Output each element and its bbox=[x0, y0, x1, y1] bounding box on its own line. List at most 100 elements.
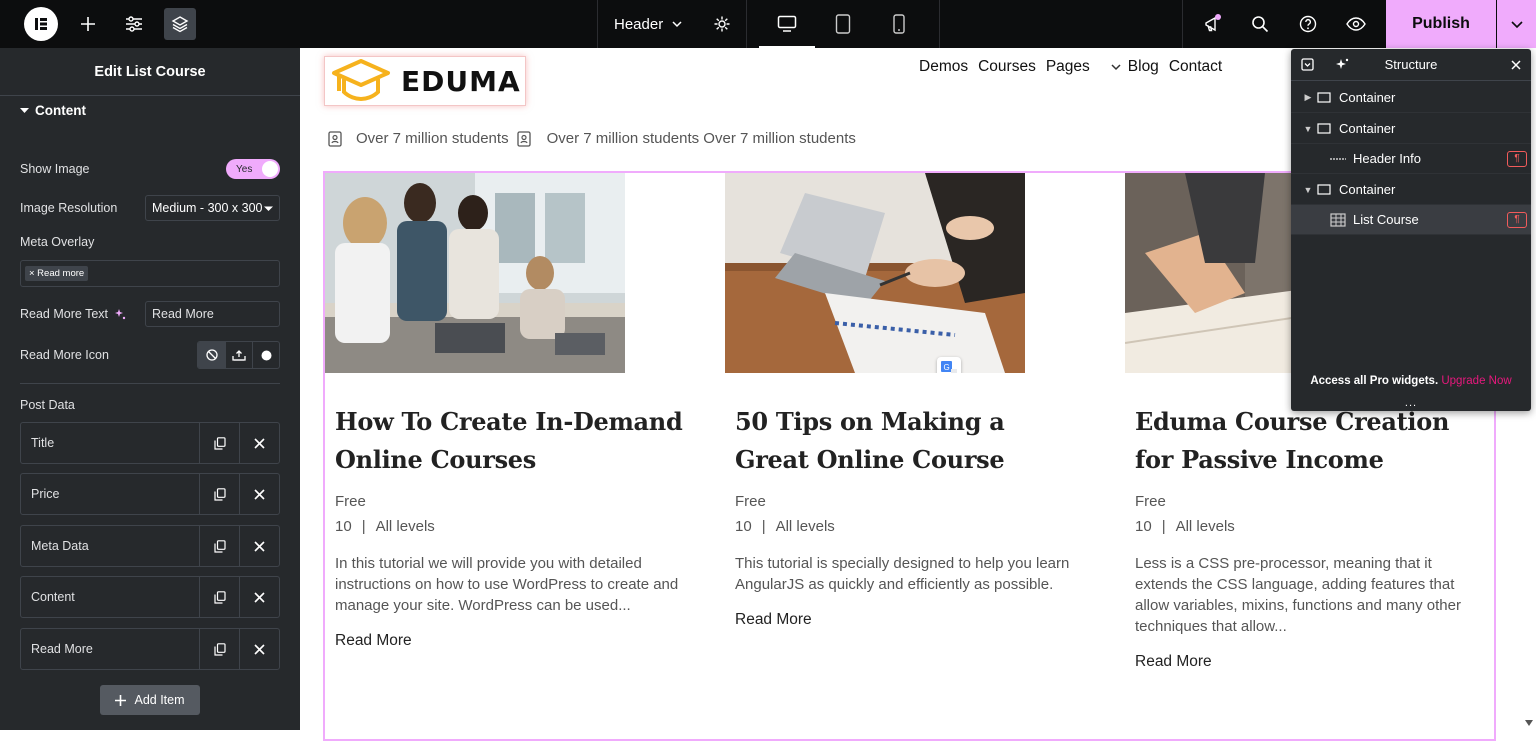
course-lessons: 10 bbox=[1135, 518, 1152, 535]
course-excerpt: This tutorial is specially designed to h… bbox=[735, 555, 1070, 593]
repeater-item[interactable]: Content bbox=[20, 576, 280, 618]
nav-item-contact[interactable]: Contact bbox=[1169, 58, 1222, 76]
course-image[interactable] bbox=[325, 173, 625, 373]
nav-item-pages[interactable]: Pages bbox=[1046, 58, 1090, 76]
meta-overlay-select[interactable]: × Read more bbox=[20, 260, 280, 287]
help-icon[interactable] bbox=[1292, 8, 1324, 40]
show-image-label: Show Image bbox=[20, 162, 90, 176]
repeater-item-label: Meta Data bbox=[31, 539, 89, 553]
resize-handle[interactable]: ... bbox=[1291, 397, 1531, 409]
duplicate-icon[interactable] bbox=[199, 474, 239, 514]
nav-item-blog[interactable]: Blog bbox=[1128, 58, 1159, 76]
show-image-switch[interactable]: Yes bbox=[226, 159, 280, 179]
close-icon[interactable] bbox=[1511, 59, 1521, 70]
structure-item-list-course[interactable]: List Course ¶ bbox=[1291, 205, 1531, 235]
read-more-text-input[interactable]: Read More bbox=[145, 301, 280, 327]
repeater-item-label: Content bbox=[31, 590, 75, 604]
remove-icon[interactable] bbox=[239, 526, 279, 566]
remove-icon[interactable] bbox=[239, 474, 279, 514]
nav-item-courses[interactable]: Courses bbox=[978, 58, 1036, 76]
tablet-icon[interactable] bbox=[815, 0, 871, 48]
none-icon[interactable] bbox=[198, 342, 225, 368]
publish-options-chevron-icon[interactable] bbox=[1497, 0, 1536, 48]
structure-item-header-info[interactable]: Header Info ¶ bbox=[1291, 144, 1531, 174]
image-resolution-select[interactable]: Medium - 300 x 300 bbox=[145, 195, 280, 221]
repeater-item[interactable]: Price bbox=[20, 473, 280, 515]
structure-item-container[interactable]: ▼ Container bbox=[1291, 114, 1531, 144]
preview-eye-icon[interactable] bbox=[1340, 8, 1372, 40]
add-element-icon[interactable] bbox=[72, 8, 104, 40]
remove-icon[interactable] bbox=[239, 423, 279, 463]
pro-upsell-text: Access all Pro widgets. bbox=[1310, 375, 1439, 387]
remove-icon[interactable] bbox=[239, 577, 279, 617]
main-nav: Demos Courses Pages Blog Contact bbox=[919, 58, 1222, 76]
remove-icon[interactable] bbox=[239, 629, 279, 669]
container-icon bbox=[1315, 184, 1333, 195]
duplicate-icon[interactable] bbox=[199, 526, 239, 566]
logo-text: EDUMA bbox=[401, 64, 521, 98]
ai-sparkle-icon[interactable] bbox=[114, 308, 126, 320]
nav-item-demos[interactable]: Demos bbox=[919, 58, 968, 76]
read-more-icon-label: Read More Icon bbox=[20, 348, 109, 362]
meta-overlay-tag[interactable]: × Read more bbox=[25, 266, 89, 281]
read-more-link[interactable]: Read More bbox=[735, 611, 1085, 629]
chevron-down-icon[interactable] bbox=[1110, 61, 1122, 73]
structure-item-label: Container bbox=[1339, 90, 1396, 105]
course-meta: 10 | All levels bbox=[735, 518, 835, 535]
upgrade-now-link[interactable]: Upgrade Now bbox=[1441, 375, 1511, 387]
structure-panel: Structure ▶ Container ▼ Container Header… bbox=[1291, 49, 1531, 411]
site-settings-icon[interactable] bbox=[118, 8, 150, 40]
read-more-link[interactable]: Read More bbox=[335, 632, 685, 650]
responsive-mode-switcher bbox=[747, 0, 940, 48]
mobile-icon[interactable] bbox=[871, 0, 927, 48]
repeater-item[interactable]: Meta Data bbox=[20, 525, 280, 567]
site-logo[interactable]: EDUMA bbox=[324, 56, 526, 106]
upload-svg-icon[interactable] bbox=[225, 342, 252, 368]
structure-item-container[interactable]: ▼ Container bbox=[1291, 175, 1531, 205]
caret-down-icon bbox=[20, 108, 29, 113]
course-price: Free bbox=[1135, 493, 1166, 510]
read-more-link[interactable]: Read More bbox=[1135, 653, 1485, 671]
course-title[interactable]: Eduma Course Creation for Passive Income bbox=[1135, 403, 1485, 479]
read-more-text-label: Read More Text bbox=[20, 307, 126, 321]
section-label: Content bbox=[35, 103, 86, 118]
show-image-control: Show Image Yes bbox=[20, 159, 280, 179]
duplicate-icon[interactable] bbox=[199, 423, 239, 463]
course-card: How To Create In-Demand Online Courses F… bbox=[325, 173, 685, 650]
header-info: Over 7 million students Over 7 million s… bbox=[328, 130, 856, 147]
search-icon[interactable] bbox=[1244, 8, 1276, 40]
elementor-logo-icon[interactable] bbox=[24, 7, 58, 41]
course-meta: 10 | All levels bbox=[1135, 518, 1235, 535]
read-more-icon-control: Read More Icon bbox=[20, 341, 280, 369]
desktop-icon[interactable] bbox=[759, 0, 815, 48]
course-lessons: 10 bbox=[735, 518, 752, 535]
course-price: Free bbox=[335, 493, 366, 510]
icon-library-icon[interactable] bbox=[252, 342, 279, 368]
meta-overlay-control: Meta Overlay bbox=[20, 235, 280, 249]
caret-right-icon[interactable]: ▶ bbox=[1301, 92, 1315, 103]
structure-layers-icon[interactable] bbox=[164, 8, 196, 40]
duplicate-icon[interactable] bbox=[199, 577, 239, 617]
document-title-dropdown[interactable]: Header bbox=[597, 0, 747, 48]
post-data-heading: Post Data bbox=[20, 398, 280, 412]
course-title[interactable]: How To Create In-Demand Online Courses bbox=[335, 403, 685, 479]
add-item-button[interactable]: Add Item bbox=[100, 685, 200, 715]
course-image[interactable]: G bbox=[725, 173, 1025, 373]
notifications-megaphone-icon[interactable] bbox=[1197, 8, 1229, 40]
page-settings-icon[interactable] bbox=[713, 15, 731, 33]
repeater-item[interactable]: Read More bbox=[20, 628, 280, 670]
image-resolution-value: Medium - 300 x 300 bbox=[152, 201, 263, 215]
content-section-toggle[interactable]: Content bbox=[20, 103, 86, 118]
structure-item-label: List Course bbox=[1353, 212, 1419, 227]
publish-button[interactable]: Publish bbox=[1386, 0, 1496, 48]
repeater-item-label: Title bbox=[31, 436, 55, 450]
structure-item-container[interactable]: ▶ Container bbox=[1291, 83, 1531, 113]
translate-icon[interactable]: G bbox=[937, 357, 961, 373]
caret-down-icon[interactable]: ▼ bbox=[1301, 185, 1315, 195]
repeater-item[interactable]: Title bbox=[20, 422, 280, 464]
course-title[interactable]: 50 Tips on Making a Great Online Course bbox=[735, 403, 1085, 479]
caret-down-icon[interactable]: ▼ bbox=[1301, 124, 1315, 134]
duplicate-icon[interactable] bbox=[199, 629, 239, 669]
structure-title: Structure bbox=[1384, 57, 1438, 72]
divider-widget-icon bbox=[1329, 157, 1347, 161]
